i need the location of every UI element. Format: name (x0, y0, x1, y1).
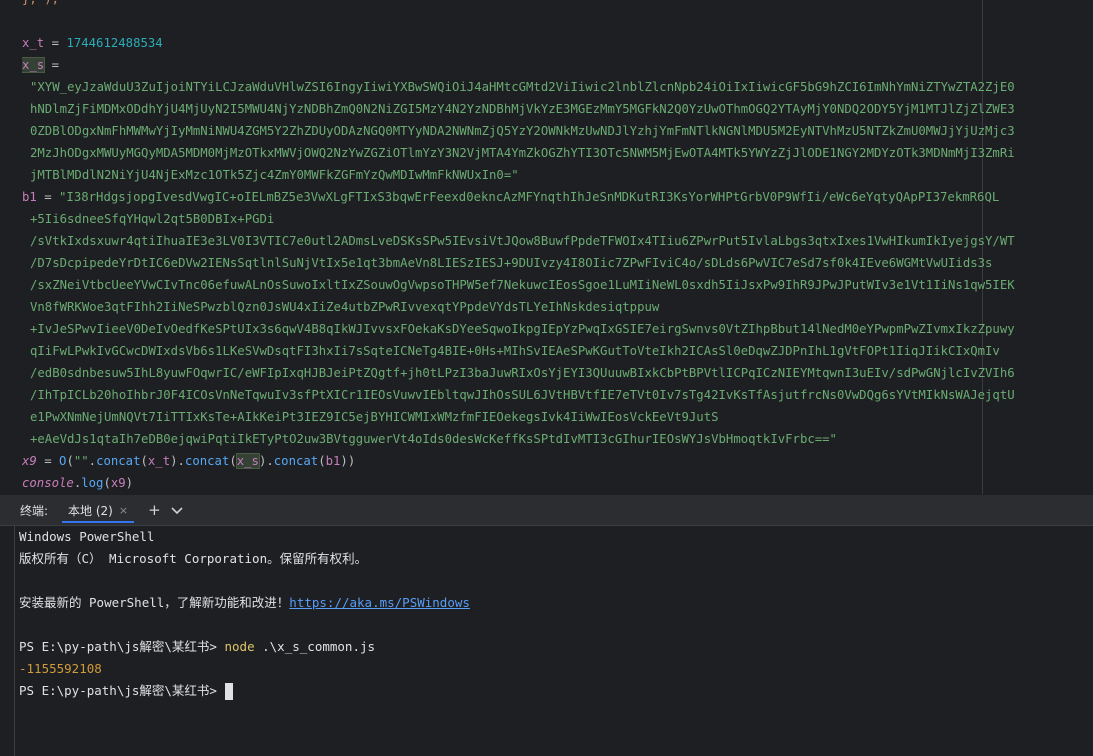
text-cursor (224, 683, 233, 700)
string-line: +eAeVdJs1qtaIh7eDB0ejqwiPqtiIkETyPtO2uw3… (30, 432, 837, 446)
number-literal: 1744612488534 (66, 36, 163, 50)
paren: ( (66, 454, 74, 468)
string-line: 0ZDBlODgxNmFhMWMwYjIyMmNiNWU4ZGM5Y2ZhZDU… (30, 124, 1015, 138)
string-line: 2MzJhODgxMWUyMGQyMDA5MDM0MjMzOTkxMWVjOWQ… (30, 146, 1015, 160)
var-x_t: x_t (22, 36, 45, 50)
string-literal: "I38rHdgsjopgIvesdVwgIC+oIELmBZ5e3VwXLgF… (59, 190, 1000, 204)
var-x9: x9 (22, 454, 37, 468)
terminal-output[interactable]: Windows PowerShell 版权所有（C） Microsoft Cor… (0, 525, 1093, 756)
paren: )) (340, 454, 356, 468)
string-line: qIiFwLPwkIvGCwcDWIxdsVb6s1LKeSVwDsqtFI3h… (30, 344, 1000, 358)
var-b1: b1 (22, 190, 37, 204)
terminal-toolbar: 终端: 本地 (2) × + (0, 495, 1093, 525)
terminal-line: 版权所有（C） Microsoft Corporation。保留所有权利。 (19, 551, 368, 566)
code-area[interactable]: }, ); x_t = 1744612488534 x_s = "XYW_eyJ… (22, 0, 1093, 494)
editor-gutter (0, 0, 14, 494)
add-tab-icon[interactable]: + (148, 495, 161, 525)
terminal-lines: Windows PowerShell 版权所有（C） Microsoft Cor… (19, 526, 470, 702)
terminal-line: PS E:\py-path\js解密\某红书> node .\x_s_commo… (19, 636, 470, 658)
operator: = (44, 58, 60, 72)
close-icon[interactable]: × (119, 504, 128, 517)
method-concat: concat (96, 454, 141, 468)
command-arg: .\x_s_common.js (254, 639, 376, 654)
dot: . (88, 454, 97, 468)
terminal-tab-local[interactable]: 本地 (2) × (62, 495, 135, 525)
paren: ( (140, 454, 148, 468)
arg-x_t: x_t (147, 454, 171, 468)
arg-b1: b1 (325, 454, 341, 468)
string-line: +5Ii6sdneeSfqYHqwl2qt5B0DBIx+PGDi (30, 212, 275, 226)
code-line-console: console.log(x9) (22, 472, 1093, 494)
code-line-b1: b1 = "I38rHdgsjopgIvesdVwgIC+oIELmBZ5e3V… (22, 186, 1093, 208)
operator: = (44, 36, 67, 50)
code-line-xt: x_t = 1744612488534 (22, 32, 1093, 54)
terminal-tab-label: 本地 (2) (68, 503, 113, 518)
pswindows-link[interactable]: https://aka.ms/PSWindows (289, 595, 470, 610)
operator: = (36, 190, 60, 204)
code-line-xs: x_s = (22, 54, 1093, 76)
terminal-title: 终端: (20, 503, 49, 518)
console-object: console (22, 476, 74, 490)
code-text: }, ); (22, 0, 59, 6)
command-output: -1155592108 (19, 661, 102, 676)
terminal-panel[interactable]: 终端: 本地 (2) × + Windows PowerShell 版权所有（C… (0, 494, 1093, 756)
string-line: /IhTpICLb20hoIhbrJ0F4ICOsVnNeTqwuIv3sfPt… (30, 388, 1015, 402)
method-concat: concat (184, 454, 230, 468)
code-line-top: }, ); (22, 0, 1093, 10)
terminal-line: Windows PowerShell (19, 529, 155, 544)
string-line: hNDlmZjFiMDMxODdhYjU4MjUyN2I5MWU4NjYzNDB… (30, 102, 1015, 116)
install-text: 安装最新的 PowerShell，了解新功能和改进！ (19, 595, 290, 610)
string-line: /edB0sdnbesuw5IhL8yuwFOqwrIC/eWFIpIxqHJB… (30, 366, 1015, 380)
code-editor[interactable]: }, ); x_t = 1744612488534 x_s = "XYW_eyJ… (0, 0, 1093, 494)
paren: ( (103, 476, 111, 490)
command-node: node (224, 639, 255, 654)
string-line: /D7sDcpipedeYrDtIC6eDVw2IENsSqtlnlSuNjVt… (30, 256, 993, 270)
prompt: PS E:\py-path\js解密\某红书> (19, 683, 225, 698)
code-line-x9: x9 = O("".concat(x_t).concat(x_s).concat… (22, 450, 1093, 472)
paren: ). (258, 454, 274, 468)
paren: ( (229, 454, 237, 468)
terminal-input-line[interactable]: PS E:\py-path\js解密\某红书> (19, 680, 470, 702)
method-concat: concat (273, 454, 319, 468)
terminal-divider (14, 526, 15, 756)
string-line: "XYW_eyJzaWduU3ZuIjoiNTYiLCJzaWduVHlwZSI… (30, 80, 1015, 94)
string-line: e1PwXNmNejUmNQVt7IiTTIxKsTe+AIkKeiPt3IEZ… (30, 410, 719, 424)
string-line: Vn8fWRKWoe3qtFIhh2IiNeSPwzblQzn0JsWU4xIi… (30, 300, 660, 314)
paren: ). (170, 454, 185, 468)
string-line: /sVtkIxdsxuwr4qtiIhuaIE3e3LV0I3VTIC7e0ut… (30, 234, 1015, 248)
chevron-down-icon[interactable] (171, 495, 183, 525)
prompt: PS E:\py-path\js解密\某红书> (19, 639, 225, 654)
string-line: /sxZNeiVtbcUeeYVwCIvTnc06efuwALnOsSuwoIx… (30, 278, 1015, 292)
empty-string: "" (73, 454, 89, 468)
terminal-line: 安装最新的 PowerShell，了解新功能和改进！https://aka.ms… (19, 592, 470, 614)
string-line: +IvJeSPwvIieeV0DeIvOedfKeSPtUIx3s6qwV4B8… (30, 322, 1015, 336)
arg-x_s: x_s (235, 453, 260, 469)
method-log: log (81, 476, 104, 490)
string-line: jMTBlMDdlN2NiYjU4NjExMzc1OTk5Zjc4ZmY0MWF… (30, 168, 519, 182)
operator: = (36, 454, 60, 468)
arg-x9: x9 (110, 476, 126, 490)
var-x_s: x_s (22, 57, 46, 73)
paren: ) (125, 476, 134, 490)
paren: ( (318, 454, 326, 468)
